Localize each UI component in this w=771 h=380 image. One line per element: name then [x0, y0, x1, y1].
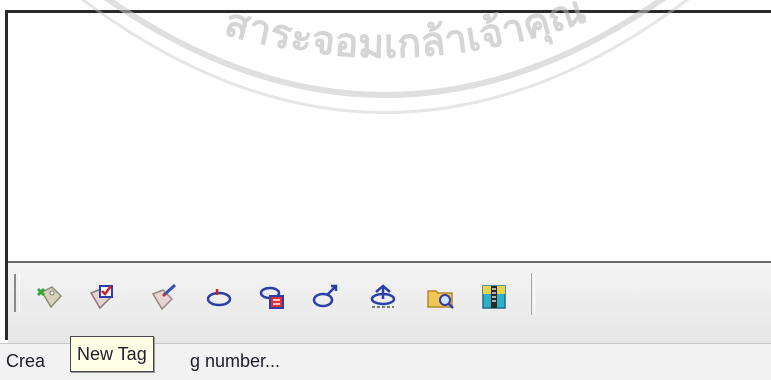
curve-arrow-button[interactable] — [311, 283, 341, 311]
loop-icon — [206, 289, 232, 307]
upload-button[interactable] — [368, 283, 398, 311]
loop-button[interactable] — [204, 283, 234, 311]
toolbar-divider — [531, 273, 535, 315]
tag-icon — [36, 286, 63, 309]
new-tag-tooltip: New Tag — [70, 336, 154, 372]
curve-arrow-icon — [312, 284, 338, 308]
toolbar-grip[interactable] — [14, 274, 20, 312]
new-tag-button[interactable] — [86, 283, 116, 311]
edit-tag-icon — [151, 283, 177, 311]
status-text-suffix: g number... — [190, 351, 281, 371]
tag-stack-icon — [259, 286, 284, 309]
tag-button[interactable] — [34, 283, 64, 311]
content-area — [8, 13, 771, 261]
folder-search-icon — [427, 290, 454, 309]
upload-icon — [370, 284, 396, 308]
folder-search-button[interactable] — [426, 283, 456, 311]
zip-archive-icon — [482, 285, 506, 309]
tag-stack-button[interactable] — [258, 283, 288, 311]
new-tag-icon — [89, 285, 113, 310]
edit-tag-button[interactable] — [149, 283, 179, 311]
status-text-prefix: Crea — [6, 351, 46, 371]
zip-archive-button[interactable] — [479, 283, 509, 311]
